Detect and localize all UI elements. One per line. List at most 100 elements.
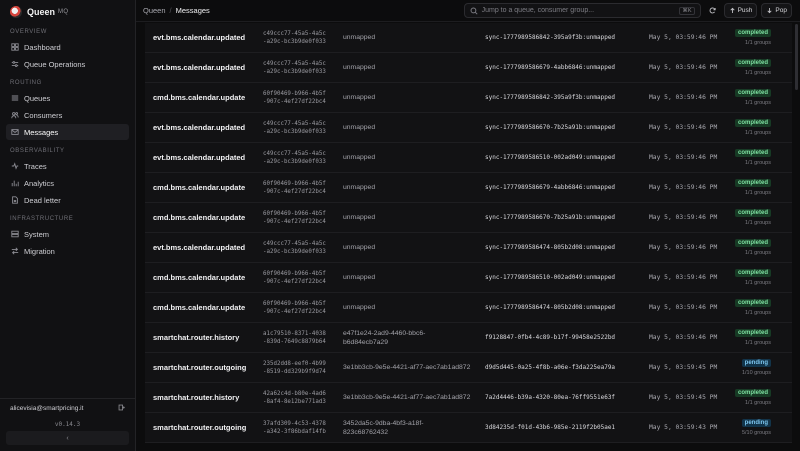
queue-name[interactable]: smartchat.router.history (145, 393, 263, 402)
partition-key: unmapped (343, 153, 485, 162)
logout-icon[interactable] (118, 404, 125, 413)
queue-name[interactable]: evt.bms.calendar.updated (145, 63, 263, 72)
sidebar-item-traces[interactable]: Traces (6, 158, 129, 174)
transaction-id: sync-1777989586474-805b2d08:unmapped (485, 304, 616, 311)
partition-key-line1: unmapped (343, 304, 376, 311)
sidebar-item-analytics[interactable]: Analytics (6, 175, 129, 191)
table-row[interactable]: evt.bms.calendar.updated c49ccc77-45a5-4… (145, 53, 792, 83)
message-id[interactable]: 42a62c4d-b80e-4ad6 -8af4-8e12be771ad3 (263, 390, 343, 406)
sidebar-item-queues[interactable]: Queues (6, 90, 129, 106)
message-id[interactable]: 60f90469-b966-4b5f -907c-4ef27df22bc4 (263, 90, 343, 106)
table-row[interactable]: smartchat.router.history a1c79510-8371-4… (145, 323, 792, 353)
message-id[interactable]: c49ccc77-45a5-4a5c -a29c-bc3b9de0f033 (263, 30, 343, 46)
queue-name[interactable]: smartchat.router.outgoing (145, 363, 263, 372)
timestamp: May 5, 03:59:46 PM (649, 214, 718, 221)
sidebar-item-label: Analytics (24, 178, 55, 188)
table-row[interactable]: smartchat.router.history 42a62c4d-b80e-4… (145, 383, 792, 413)
table-row[interactable]: evt.bms.calendar.updated c49ccc77-45a5-4… (145, 143, 792, 173)
brand-sub: MQ (58, 9, 69, 15)
groups-count: 1/1 groups (745, 40, 771, 46)
timestamp: May 5, 03:59:45 PM (649, 364, 718, 371)
queue-name[interactable]: evt.bms.calendar.updated (145, 243, 263, 252)
queue-name[interactable]: cmd.bms.calendar.update (145, 273, 263, 282)
table-row[interactable]: smartchat.router.outgoing 37afd309-4c53-… (145, 413, 792, 443)
message-id[interactable]: 60f90469-b966-4b5f -907c-4ef27df22bc4 (263, 270, 343, 286)
table-row[interactable]: cmd.bms.calendar.update 60f90469-b966-4b… (145, 293, 792, 323)
transaction-id: sync-1777989586474-805b2d08:unmapped (485, 244, 616, 251)
status-cell: completed 1/1 groups (727, 299, 775, 316)
message-id-line1: 235d2dd8-eef0-4b99 (263, 360, 326, 367)
sidebar-item-queue-operations[interactable]: Queue Operations (6, 56, 129, 72)
status-cell: completed 1/1 groups (727, 29, 775, 46)
status-cell: completed 1/1 groups (727, 239, 775, 256)
sidebar-item-consumers[interactable]: Consumers (6, 107, 129, 123)
groups-count: 1/1 groups (745, 400, 771, 406)
message-id[interactable]: 37afd309-4c53-4378 -a342-3f86bdaf14fb (263, 420, 343, 436)
groups-count: 1/10 groups (741, 370, 771, 376)
timestamp: May 5, 03:59:46 PM (649, 244, 718, 251)
table-row[interactable]: cmd.bms.calendar.update 60f90469-b966-4b… (145, 83, 792, 113)
status-cell: pending 1/10 groups (727, 359, 775, 376)
groups-count: 1/1 groups (745, 310, 771, 316)
collapse-sidebar-button[interactable]: ‹ (6, 431, 129, 445)
table-row[interactable]: evt.bms.calendar.updated c49ccc77-45a5-4… (145, 113, 792, 143)
message-id[interactable]: 60f90469-b966-4b5f -907c-4ef27df22bc4 (263, 180, 343, 196)
partition-key-line1: unmapped (343, 94, 376, 101)
message-id-line2: -839d-7649c8879b64 (263, 338, 326, 345)
section-label-routing: ROUTING (10, 80, 42, 86)
queue-name[interactable]: evt.bms.calendar.updated (145, 33, 263, 42)
table-row[interactable]: cmd.bms.calendar.update 60f90469-b966-4b… (145, 203, 792, 233)
push-button[interactable]: Push (723, 3, 758, 18)
message-id[interactable]: 60f90469-b966-4b5f -907c-4ef27df22bc4 (263, 300, 343, 316)
queue-name[interactable]: cmd.bms.calendar.update (145, 93, 263, 102)
queue-name[interactable]: cmd.bms.calendar.update (145, 303, 263, 312)
sidebar-item-system[interactable]: System (6, 226, 129, 242)
queue-name[interactable]: cmd.bms.calendar.update (145, 213, 263, 222)
user-email: alicevisia@smartpricing.it (10, 404, 84, 412)
queue-name[interactable]: smartchat.router.outgoing (145, 423, 263, 432)
message-id[interactable]: c49ccc77-45a5-4a5c -a29c-bc3b9de0f033 (263, 60, 343, 76)
sidebar-item-dead-letter[interactable]: Dead letter (6, 192, 129, 208)
scrollbar[interactable] (795, 24, 798, 90)
queue-name[interactable]: smartchat.router.history (145, 333, 263, 342)
timestamp: May 5, 03:59:46 PM (649, 334, 718, 341)
groups-count: 1/1 groups (745, 70, 771, 76)
message-id[interactable]: 60f90469-b966-4b5f -907c-4ef27df22bc4 (263, 210, 343, 226)
refresh-button[interactable] (705, 3, 720, 18)
partition-key: e47f1e24-2ad9-4460-bbc6- b6d84ecb7a29 (343, 329, 485, 347)
partition-key-line1: unmapped (343, 244, 376, 251)
transaction-id: sync-1777989586679-4abb6846:unmapped (485, 184, 616, 191)
message-id-line1: a1c79510-8371-4038 (263, 330, 326, 337)
transaction-id: d9d5d445-0a25-4f8b-a06e-f3da225ea79a (485, 364, 616, 371)
breadcrumb-root[interactable]: Queen (143, 6, 166, 15)
search-shortcut: ⌘K (679, 6, 695, 15)
message-id[interactable]: c49ccc77-45a5-4a5c -a29c-bc3b9de0f033 (263, 150, 343, 166)
table-row[interactable]: evt.bms.calendar.updated c49ccc77-45a5-4… (145, 233, 792, 263)
table-row[interactable]: evt.bms.calendar.updated c49ccc77-45a5-4… (145, 23, 792, 53)
brand[interactable]: Queen MQ (0, 0, 135, 24)
user-row[interactable]: alicevisia@smartpricing.it (0, 399, 135, 417)
search-input[interactable]: Jump to a queue, consumer group... ⌘K (463, 3, 701, 18)
queue-name[interactable]: evt.bms.calendar.updated (145, 153, 263, 162)
table-row[interactable]: cmd.bms.calendar.update 60f90469-b966-4b… (145, 263, 792, 293)
queue-name[interactable]: evt.bms.calendar.updated (145, 123, 263, 132)
transaction-id: sync-1777989586670-7b25a91b:unmapped (485, 214, 616, 221)
brand-name: Queen (27, 7, 56, 17)
table-row[interactable]: smartchat.router.outgoing 235d2dd8-eef0-… (145, 353, 792, 383)
table-row[interactable]: cmd.bms.calendar.update 60f90469-b966-4b… (145, 173, 792, 203)
sidebar-item-migration[interactable]: Migration (6, 243, 129, 259)
queue-name[interactable]: cmd.bms.calendar.update (145, 183, 263, 192)
message-id[interactable]: c49ccc77-45a5-4a5c -a29c-bc3b9de0f033 (263, 120, 343, 136)
message-id[interactable]: c49ccc77-45a5-4a5c -a29c-bc3b9de0f033 (263, 240, 343, 256)
sidebar-item-messages[interactable]: Messages (6, 124, 129, 140)
sidebar-item-label: System (24, 229, 50, 239)
message-id[interactable]: a1c79510-8371-4038 -839d-7649c8879b64 (263, 330, 343, 346)
status-cell: completed 1/1 groups (727, 179, 775, 196)
message-id[interactable]: 235d2dd8-eef0-4b99 -8519-dd329b9f9d74 (263, 360, 343, 376)
partition-key: unmapped (343, 63, 485, 72)
timestamp: May 5, 03:59:46 PM (649, 34, 718, 41)
pop-button[interactable]: Pop (761, 3, 792, 18)
message-id-line1: 60f90469-b966-4b5f (263, 300, 326, 307)
status-badge: completed (734, 239, 771, 247)
sidebar-item-dashboard[interactable]: Dashboard (6, 39, 129, 55)
